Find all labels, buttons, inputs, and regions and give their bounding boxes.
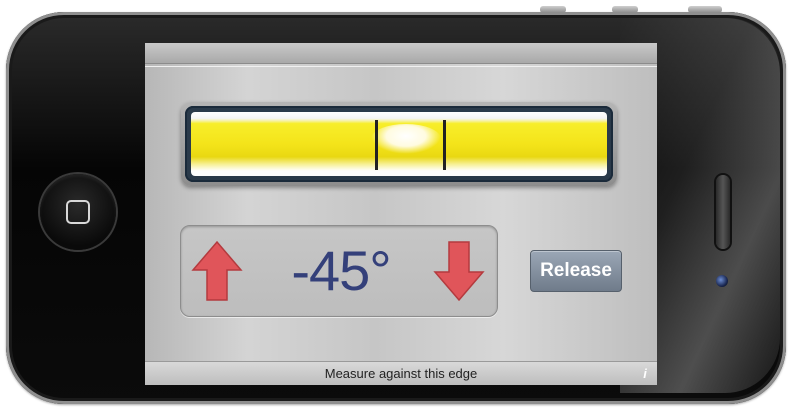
level-bubble bbox=[371, 124, 441, 154]
level-vial bbox=[181, 102, 617, 186]
angle-value: -45° bbox=[291, 239, 391, 302]
info-icon[interactable]: i bbox=[637, 366, 653, 382]
vial-liquid bbox=[191, 112, 607, 176]
arrow-up-icon bbox=[191, 240, 243, 301]
measure-edge-hint: Measure against this edge bbox=[324, 366, 478, 381]
speaker-icon bbox=[716, 175, 730, 249]
home-square-icon bbox=[66, 200, 90, 224]
power-button-icon bbox=[688, 6, 722, 13]
volume-button-icon bbox=[540, 6, 566, 13]
vial-marker-right bbox=[443, 120, 446, 170]
camera-icon bbox=[716, 275, 728, 287]
app-screen: -45° Release Measure against this edge i bbox=[145, 43, 657, 385]
release-button[interactable]: Release bbox=[530, 250, 622, 292]
vial-marker-left bbox=[375, 120, 378, 170]
screen-top-bar bbox=[145, 43, 657, 64]
measure-edge-bar: Measure against this edge i bbox=[145, 361, 657, 385]
arrow-down-icon bbox=[433, 241, 485, 302]
angle-readout: -45° bbox=[180, 225, 498, 317]
divider bbox=[145, 66, 657, 67]
volume-button-icon bbox=[612, 6, 638, 13]
vial-inner bbox=[185, 106, 613, 182]
